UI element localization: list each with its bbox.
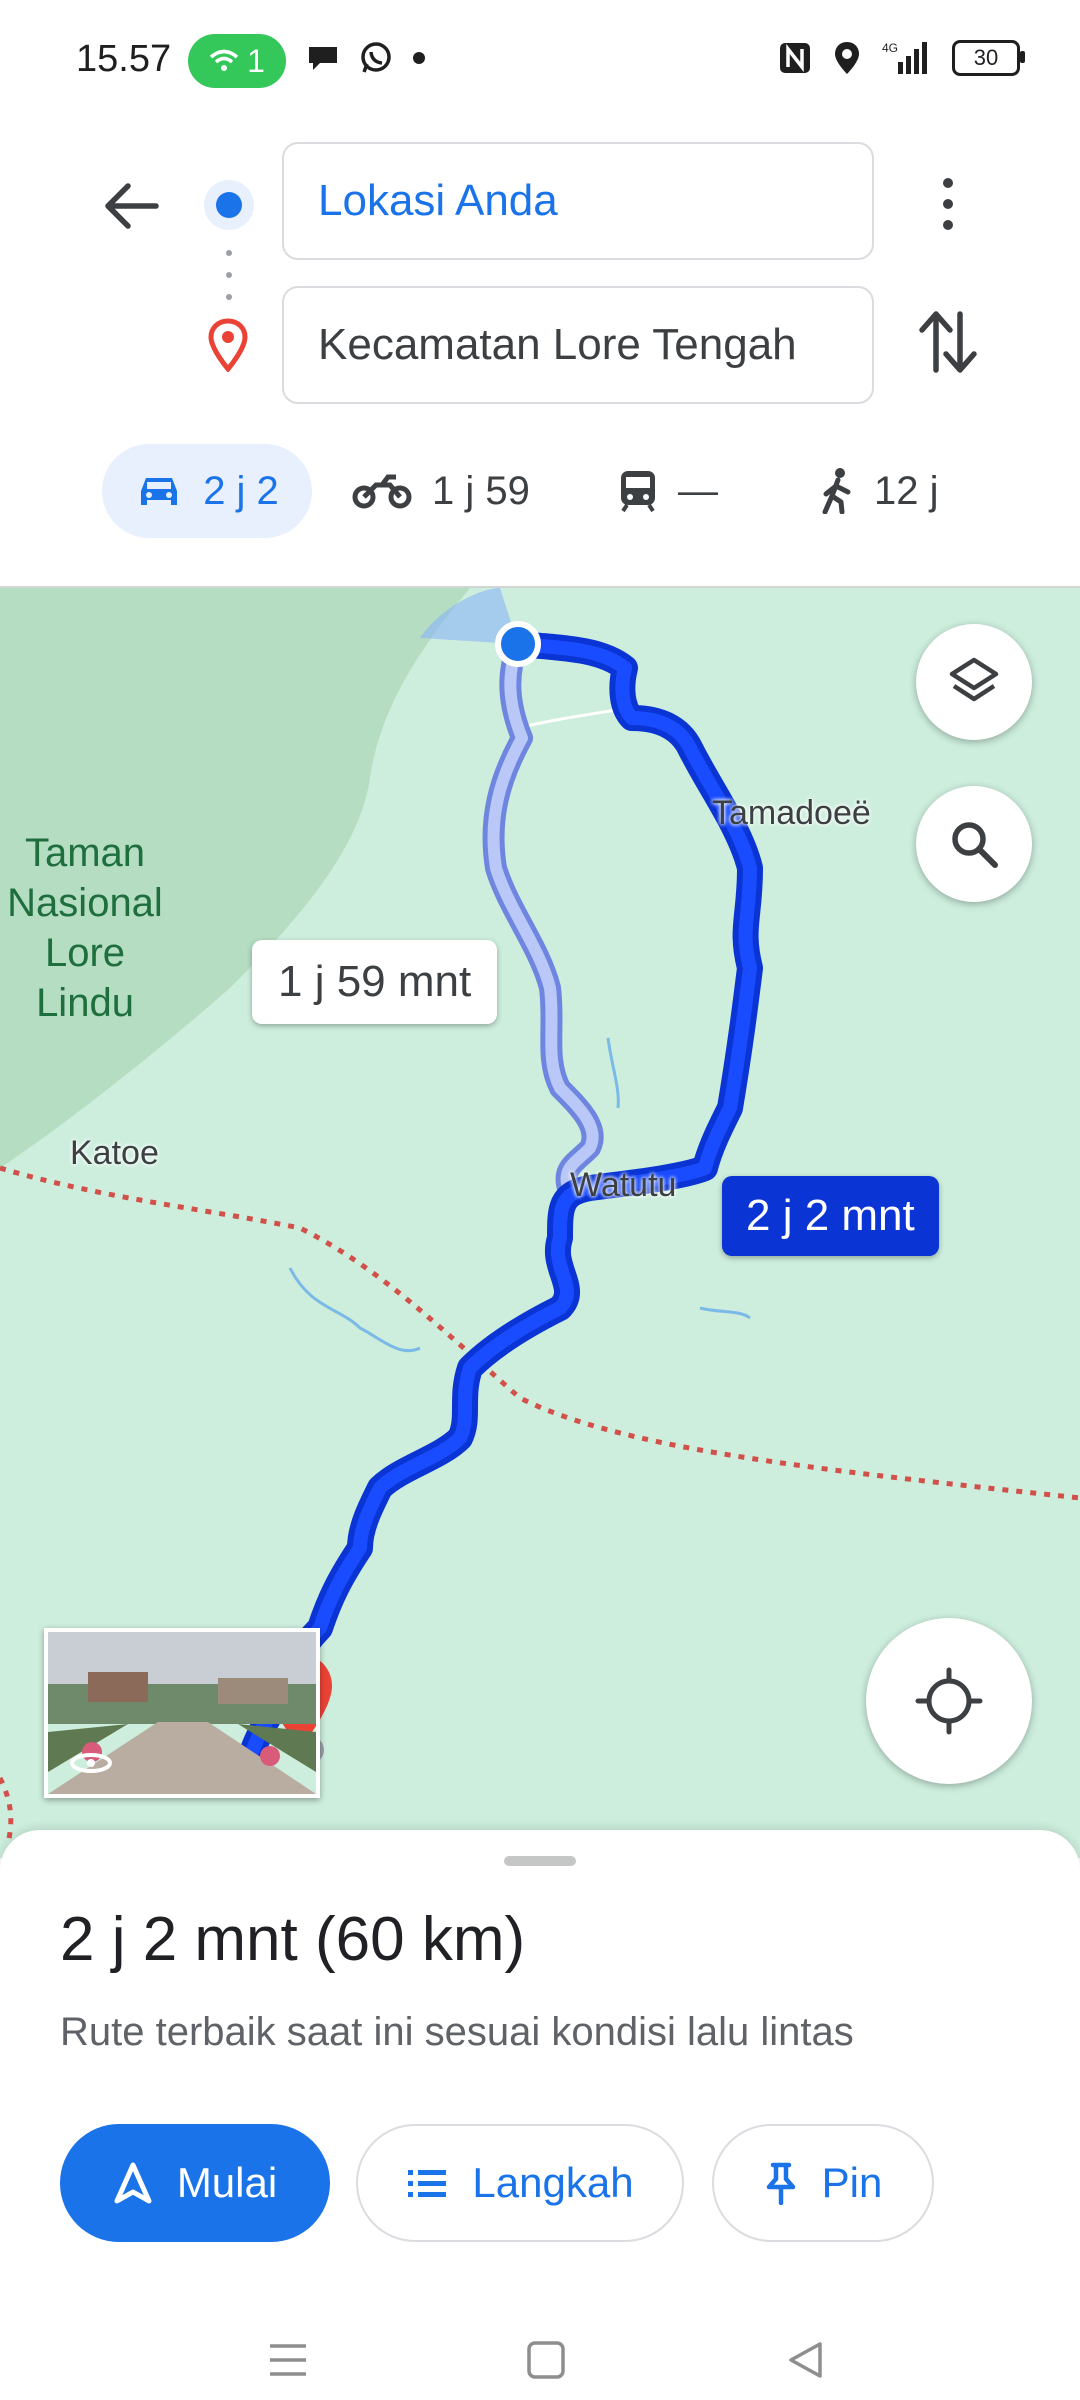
arrow-back-icon	[105, 183, 159, 229]
sheet-drag-handle[interactable]	[504, 1856, 576, 1866]
back-nav-button[interactable]	[776, 2330, 836, 2390]
pin-button[interactable]: Pin	[712, 2124, 934, 2242]
dot-icon	[413, 52, 425, 64]
whatsapp-icon	[361, 42, 391, 73]
menu-icon	[270, 2344, 306, 2376]
origin-dot-icon	[204, 180, 254, 230]
train-icon	[621, 471, 655, 513]
origin-marker	[495, 621, 541, 667]
pushpin-icon	[766, 2162, 795, 2205]
route-summary: 2 j 2 mnt (60 km)	[60, 1905, 526, 1974]
transit-time: —	[678, 468, 718, 513]
tab-car[interactable]: 2 j 2	[102, 444, 312, 538]
battery-indicator: 30	[952, 40, 1025, 76]
origin-input[interactable]: Lokasi Anda	[282, 142, 874, 260]
steps-button[interactable]: Langkah	[356, 2124, 684, 2242]
rotate-360-icon	[70, 1753, 112, 1773]
walk-time: 12 j	[874, 468, 939, 513]
status-time: 15.57	[76, 38, 172, 80]
layers-button[interactable]	[916, 624, 1032, 740]
main-route-label[interactable]: 2 j 2 mnt	[722, 1176, 939, 1256]
tab-walk[interactable]: 12 j	[820, 444, 939, 538]
place-label-katoe: Katoe	[70, 1134, 159, 1172]
search-icon	[952, 822, 998, 868]
place-label-tamadoe: Tamadoeë	[712, 794, 871, 832]
battery-level: 30	[973, 45, 999, 70]
nfc-icon	[780, 43, 810, 73]
destination-pin-icon	[208, 318, 248, 372]
park-label-line-1: Taman	[24, 831, 146, 875]
route-subtitle: Rute terbaik saat ini sesuai kondisi lal…	[60, 2010, 854, 2054]
wifi-count: 1	[247, 42, 265, 79]
list-icon	[408, 2170, 447, 2197]
motorcycle-time: 1 j 59	[432, 468, 530, 513]
tab-transit[interactable]: —	[618, 444, 718, 538]
alternate-route-label[interactable]: 1 j 59 mnt	[252, 940, 498, 1024]
notification-icons	[306, 40, 426, 76]
river-3	[606, 1037, 620, 1109]
home-square-icon	[527, 2341, 565, 2379]
park-label: Taman Nasional Lore Lindu	[0, 828, 170, 1028]
my-location-button[interactable]	[866, 1618, 1032, 1784]
park-label-line-2: Nasional	[7, 881, 163, 925]
street-view-thumbnail[interactable]	[44, 1628, 320, 1798]
walk-icon	[822, 468, 851, 514]
navigation-arrow-icon	[114, 2162, 152, 2204]
start-button[interactable]: Mulai	[60, 2124, 330, 2242]
recent-apps-button[interactable]	[258, 2330, 318, 2390]
route-connector-icon	[226, 250, 232, 300]
car-icon	[141, 478, 178, 505]
wifi-hotspot-badge: 1	[188, 34, 286, 88]
swap-directions-button[interactable]	[914, 306, 982, 378]
wifi-icon	[209, 49, 239, 71]
my-location-icon	[915, 1667, 983, 1735]
location-status-icon	[835, 42, 859, 74]
signal-icon: 4G	[882, 41, 927, 74]
back-triangle-icon	[789, 2342, 822, 2378]
river-2	[699, 1306, 751, 1320]
layers-icon	[949, 657, 999, 702]
more-options-button[interactable]	[920, 172, 976, 236]
map-search-button[interactable]	[916, 786, 1032, 902]
river	[288, 1267, 421, 1353]
car-time: 2 j 2	[203, 468, 279, 513]
home-button[interactable]	[516, 2330, 576, 2390]
start-label: Mulai	[176, 2159, 278, 2206]
steps-label: Langkah	[472, 2159, 634, 2206]
tab-motorcycle[interactable]: 1 j 59	[352, 444, 530, 538]
place-label-watutu: Watutu	[570, 1166, 677, 1204]
network-type: 4G	[882, 41, 898, 55]
park-label-line-3: Lore Lindu	[36, 931, 134, 1025]
pin-label: Pin	[821, 2159, 883, 2206]
destination-input[interactable]: Kecamatan Lore Tengah	[282, 286, 874, 404]
chat-icon	[309, 47, 337, 70]
back-button[interactable]	[96, 170, 168, 242]
administrative-boundary-lower	[0, 1776, 14, 1844]
motorcycle-icon	[352, 474, 412, 509]
system-status-icons: 4G 30	[778, 40, 1025, 76]
